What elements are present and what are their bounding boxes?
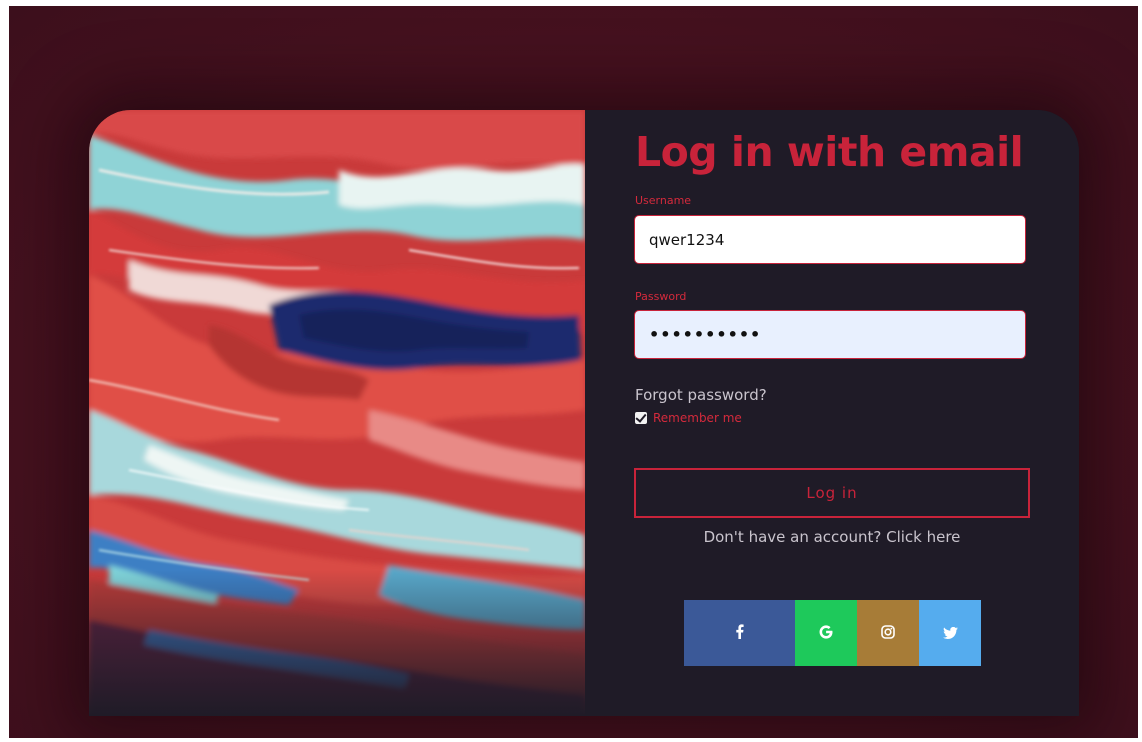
page-backdrop: Log in with email Username Password Forg… bbox=[9, 6, 1138, 738]
social-login-buttons bbox=[684, 600, 981, 666]
twitter-login-button[interactable] bbox=[919, 600, 981, 666]
password-label: Password bbox=[635, 290, 687, 303]
login-button[interactable]: Log in bbox=[634, 468, 1030, 518]
facebook-login-button[interactable] bbox=[684, 600, 795, 666]
google-icon bbox=[819, 624, 833, 643]
facebook-icon bbox=[735, 623, 744, 643]
remember-me-row: Remember me bbox=[635, 411, 742, 425]
remember-me-checkbox[interactable] bbox=[635, 412, 647, 424]
login-card: Log in with email Username Password Forg… bbox=[89, 110, 1079, 716]
password-input[interactable] bbox=[634, 310, 1026, 359]
forgot-password-link[interactable]: Forgot password? bbox=[635, 386, 767, 404]
google-login-button[interactable] bbox=[795, 600, 857, 666]
instagram-login-button[interactable] bbox=[857, 600, 919, 666]
remember-me-label[interactable]: Remember me bbox=[653, 411, 742, 425]
username-label: Username bbox=[635, 194, 692, 207]
login-form-panel: Log in with email Username Password Forg… bbox=[585, 110, 1079, 716]
username-input[interactable] bbox=[634, 215, 1026, 264]
twitter-icon bbox=[942, 624, 958, 643]
abstract-fluid-art-image bbox=[89, 110, 585, 716]
page-title: Log in with email bbox=[635, 128, 1024, 176]
signup-link[interactable]: Don't have an account? Click here bbox=[634, 528, 1030, 546]
instagram-icon bbox=[881, 624, 895, 643]
